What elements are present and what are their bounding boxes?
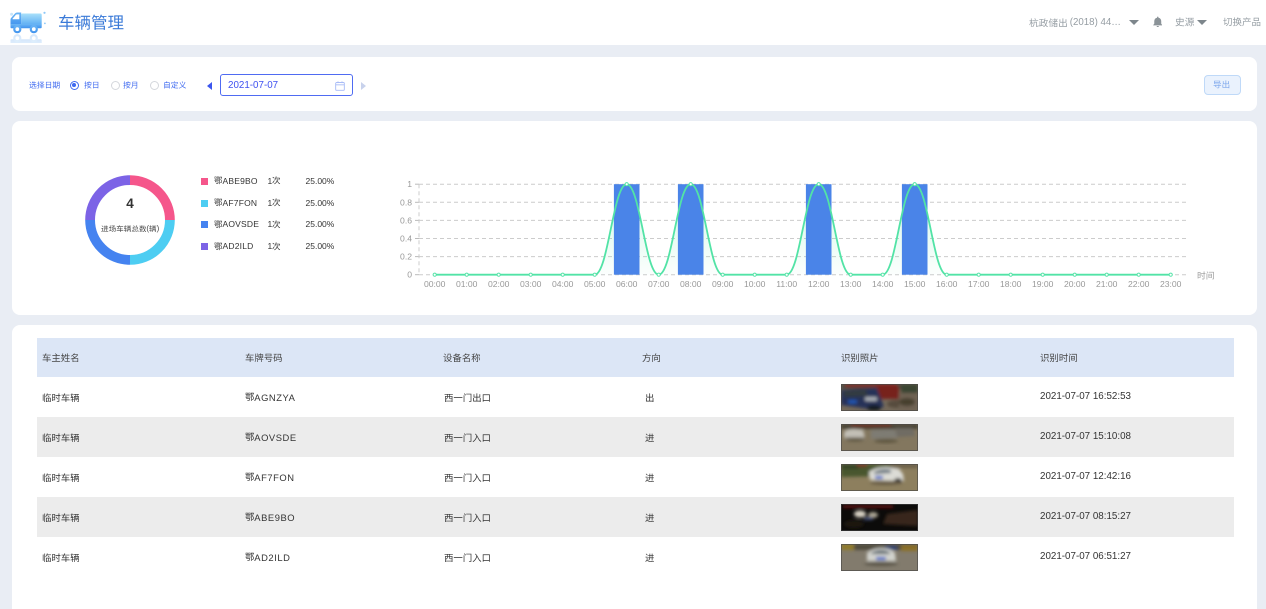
svg-text:08:00: 08:00 [680,279,702,289]
svg-text:01:00: 01:00 [456,279,478,289]
svg-text:04:00: 04:00 [552,279,574,289]
svg-text:16:00: 16:00 [936,279,958,289]
svg-text:12:00: 12:00 [808,279,830,289]
svg-text:05:00: 05:00 [584,279,606,289]
svg-text:1: 1 [407,179,412,189]
svg-text:13:00: 13:00 [840,279,862,289]
svg-text:17:00: 17:00 [968,279,990,289]
svg-text:14:00: 14:00 [872,279,894,289]
svg-text:22:00: 22:00 [1128,279,1150,289]
svg-text:10:00: 10:00 [744,279,766,289]
svg-text:0.4: 0.4 [400,234,412,244]
svg-text:02:00: 02:00 [488,279,510,289]
svg-text:0.2: 0.2 [400,252,412,262]
svg-text:03:00: 03:00 [520,279,542,289]
svg-text:0.8: 0.8 [400,197,412,207]
svg-text:06:00: 06:00 [616,279,638,289]
svg-text:0: 0 [407,270,412,280]
svg-text:18:00: 18:00 [1000,279,1022,289]
svg-text:11:00: 11:00 [776,279,797,289]
svg-text:15:00: 15:00 [904,279,926,289]
svg-text:0.6: 0.6 [400,215,412,225]
svg-text:20:00: 20:00 [1064,279,1086,289]
svg-text:09:00: 09:00 [712,279,734,289]
svg-text:23:00: 23:00 [1160,279,1182,289]
svg-text:00:00: 00:00 [424,279,446,289]
svg-text:19:00: 19:00 [1032,279,1054,289]
svg-text:07:00: 07:00 [648,279,670,289]
svg-text:21:00: 21:00 [1096,279,1118,289]
